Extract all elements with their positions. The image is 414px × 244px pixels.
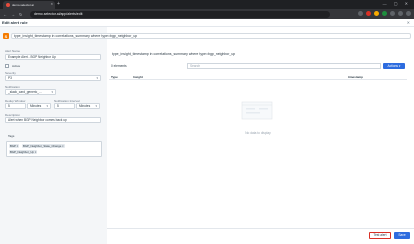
browser-tab-bar: demo.selector.ai ✕ + — ▢ ✕	[0, 0, 414, 9]
menu-icon[interactable]	[406, 11, 411, 16]
tag-chip[interactable]: BGP ×	[9, 144, 20, 148]
query-bar: S type_insight_timestamp in correlations…	[0, 33, 414, 41]
query-input[interactable]: type_insight_timestamp in correlations_s…	[11, 33, 411, 39]
back-icon[interactable]: ←	[3, 12, 7, 17]
test-alert-button[interactable]: Test alert	[369, 232, 391, 239]
close-tab-icon[interactable]: ✕	[50, 2, 53, 6]
extension-icon[interactable]	[366, 11, 371, 16]
forward-icon[interactable]: →	[11, 12, 15, 17]
notification-interval-input[interactable]: 5	[54, 103, 75, 109]
element-count: 0 elements	[111, 64, 127, 68]
column-header-timestamp[interactable]: timestamp	[348, 75, 363, 79]
favicon-icon	[6, 3, 10, 7]
active-label: Active	[12, 64, 21, 68]
window-controls[interactable]: — ▢ ✕	[383, 1, 411, 6]
extensions	[358, 11, 411, 16]
empty-state-text: No data to display	[245, 131, 271, 135]
column-header-type[interactable]: Type	[111, 75, 118, 79]
description-input[interactable]: Alert when BGP Neighbor comes back up	[5, 117, 101, 123]
alert-name-input[interactable]: Example Alert - BGP Neighbor Up	[5, 54, 101, 60]
address-url: demo.selector.ai/app/alerts/edit	[34, 12, 83, 16]
page-title: Edit alert rule	[2, 20, 28, 25]
extension-icon[interactable]	[390, 11, 395, 16]
tag-chip[interactable]: BGP_Neighbor_State_Change ×	[22, 144, 65, 148]
browser-tab[interactable]: demo.selector.ai ✕	[3, 1, 55, 9]
profile-avatar-icon[interactable]	[398, 11, 403, 16]
address-bar[interactable]: demo.selector.ai/app/alerts/edit	[30, 10, 330, 18]
tag-chip[interactable]: BGP_Neighbor_Up ×	[9, 150, 38, 154]
extension-icon[interactable]	[374, 11, 379, 16]
table-header: Type Insight timestamp	[109, 74, 407, 80]
modal-header: Edit alert rule ✕	[0, 19, 414, 27]
dedup-unit-select[interactable]: Minutes	[27, 103, 51, 109]
column-header-insight[interactable]: Insight	[133, 75, 143, 79]
query-logo-icon: S	[3, 33, 9, 39]
actions-button[interactable]: Actions ▾	[383, 63, 405, 69]
query-title: type_insight_timestamp in correlations_s…	[112, 52, 236, 56]
save-button[interactable]: Save	[394, 232, 410, 239]
reload-icon[interactable]: ↻	[19, 12, 22, 17]
alert-name-label: Alert Name	[5, 49, 21, 53]
close-icon[interactable]: ✕	[407, 20, 410, 25]
dedup-window-input[interactable]: 5	[5, 103, 26, 109]
tags-input[interactable]: BGP × BGP_Neighbor_State_Change × BGP_Ne…	[6, 141, 102, 157]
severity-select[interactable]: P3	[5, 75, 101, 81]
extension-icon[interactable]	[382, 11, 387, 16]
tags-label: Tags	[8, 134, 15, 138]
empty-state-illustration	[241, 101, 273, 120]
notification-interval-unit-select[interactable]: Minutes	[76, 103, 100, 109]
search-input[interactable]: Search	[187, 63, 381, 69]
footer	[107, 228, 414, 244]
browser-toolbar: ← → ↻ demo.selector.ai/app/alerts/edit	[0, 9, 414, 19]
active-checkbox[interactable]	[5, 64, 9, 68]
browser-tab-title: demo.selector.ai	[12, 3, 34, 7]
new-tab-icon[interactable]: +	[57, 1, 60, 8]
results-panel	[107, 27, 414, 244]
extension-icon[interactable]	[358, 11, 363, 16]
notification-select[interactable]: _slack_card_generic_...	[5, 89, 56, 95]
